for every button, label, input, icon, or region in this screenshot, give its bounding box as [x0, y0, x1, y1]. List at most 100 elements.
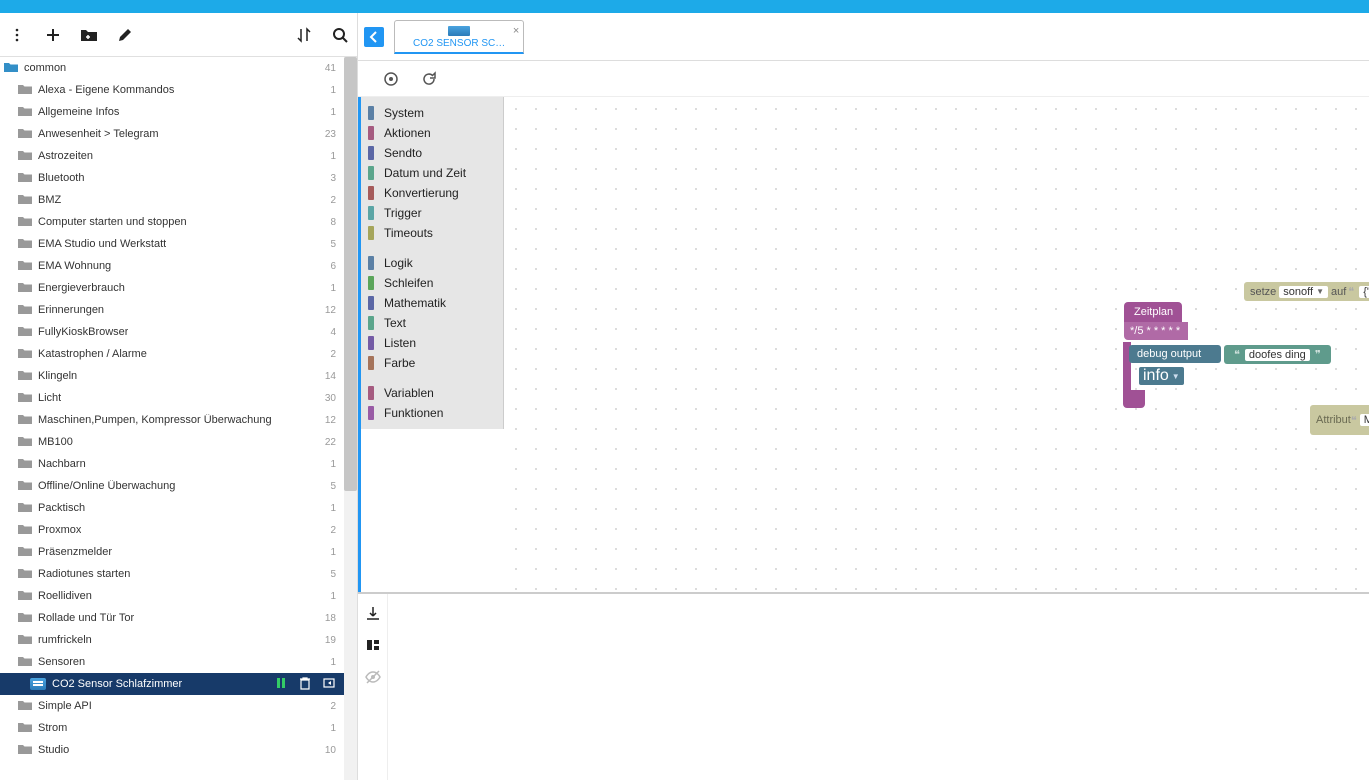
tree-folder[interactable]: Erinnerungen12 [0, 299, 344, 321]
tree-folder[interactable]: Strom1 [0, 717, 344, 739]
block-json-text[interactable]: {"Time":"2022-09-27T17:27:05","MHZ19B":{… [1359, 286, 1369, 298]
toolbox-item[interactable]: Logik [358, 253, 503, 273]
tree-folder[interactable]: Alexa - Eigene Kommandos1 [0, 79, 344, 101]
tree-folder[interactable]: rumfrickeln19 [0, 629, 344, 651]
folder-icon [18, 127, 32, 142]
toolbox-item[interactable]: Funktionen [358, 403, 503, 423]
tree-script-selected[interactable]: CO2 Sensor Schlafzimmer [0, 673, 344, 695]
add-folder-icon[interactable] [78, 24, 100, 46]
folder-icon [18, 391, 32, 406]
block-attr-name[interactable]: MHZ19B.CarbonDioxide [1360, 414, 1369, 426]
download-icon[interactable] [362, 602, 384, 624]
script-tree: common41Alexa - Eigene Kommandos1Allgeme… [0, 57, 344, 761]
pause-icon[interactable] [274, 676, 288, 693]
main-area: CO2 SENSOR SC… × SystemAktionenSendtoDat… [358, 13, 1369, 780]
tree-folder[interactable]: Maschinen,Pumpen, Kompressor Überwachung… [0, 409, 344, 431]
tree-folder[interactable]: Energieverbrauch1 [0, 277, 344, 299]
toolbox-item[interactable]: Text [358, 313, 503, 333]
app-topbar [0, 0, 1369, 13]
tree-folder[interactable]: Präsenzmelder1 [0, 541, 344, 563]
toolbox-item[interactable]: Konvertierung [358, 183, 503, 203]
folder-icon [18, 699, 32, 714]
tree-folder[interactable]: EMA Wohnung6 [0, 255, 344, 277]
blockly-canvas[interactable]: setze sonoff▼ auf ❝ {"Time":"2022-09-27T… [504, 97, 1369, 592]
toolbox-item[interactable]: Sendto [358, 143, 503, 163]
back-button[interactable] [364, 27, 384, 47]
layout-icon[interactable] [362, 634, 384, 656]
toolbox-item[interactable]: Trigger [358, 203, 503, 223]
folder-icon [18, 589, 32, 604]
folder-icon [18, 479, 32, 494]
toolbox-item[interactable]: Timeouts [358, 223, 503, 243]
tree-folder[interactable]: Packtisch1 [0, 497, 344, 519]
refresh-icon[interactable] [418, 68, 440, 90]
block-doofes[interactable]: ❝ doofes ding ❞ [1224, 345, 1331, 364]
folder-icon [18, 149, 32, 164]
blockly-toolbox: SystemAktionenSendtoDatum und ZeitKonver… [358, 97, 504, 592]
tree-folder[interactable]: Offline/Online Überwachung5 [0, 475, 344, 497]
tree-folder[interactable]: FullyKioskBrowser4 [0, 321, 344, 343]
tree-folder[interactable]: EMA Studio und Werkstatt5 [0, 233, 344, 255]
sidebar-toolbar [0, 13, 357, 57]
tree-folder[interactable]: Allgemeine Infos1 [0, 101, 344, 123]
tree-folder[interactable]: Anwesenheit > Telegram23 [0, 123, 344, 145]
block-cron[interactable]: */5 * * * * * [1124, 322, 1188, 340]
visibility-off-icon[interactable] [362, 666, 384, 688]
open-icon[interactable] [322, 676, 336, 693]
tree-folder[interactable]: Proxmox2 [0, 519, 344, 541]
toolbox-item[interactable]: Variablen [358, 383, 503, 403]
block-debug[interactable]: debug output [1129, 345, 1221, 363]
toolbox-item[interactable]: Datum und Zeit [358, 163, 503, 183]
log-body [388, 594, 1369, 780]
folder-icon [18, 215, 32, 230]
toolbox-item[interactable]: Listen [358, 333, 503, 353]
block-zeitplan[interactable]: Zeitplan */5 * * * * * [1124, 302, 1188, 340]
folder-icon [18, 655, 32, 670]
add-icon[interactable] [42, 24, 64, 46]
sidebar: common41Alexa - Eigene Kommandos1Allgeme… [0, 13, 358, 780]
tree-folder[interactable]: Klingeln14 [0, 365, 344, 387]
tree-scrollbar[interactable] [344, 57, 357, 780]
tree-folder[interactable]: Radiotunes starten5 [0, 563, 344, 585]
toolbox-item[interactable]: Farbe [358, 353, 503, 373]
locate-icon[interactable] [380, 68, 402, 90]
sort-icon[interactable] [293, 24, 315, 46]
tree-folder[interactable]: MB10022 [0, 431, 344, 453]
tree-folder[interactable]: Licht30 [0, 387, 344, 409]
toolbox-item[interactable]: Mathematik [358, 293, 503, 313]
block-debug-label: debug output [1137, 348, 1201, 360]
tree-folder[interactable]: Simple API2 [0, 695, 344, 717]
toolbox-item[interactable]: Schleifen [358, 273, 503, 293]
log-toolbar [358, 594, 388, 780]
tree-folder[interactable]: Nachbarn1 [0, 453, 344, 475]
more-icon[interactable] [6, 24, 28, 46]
close-icon[interactable]: × [513, 25, 519, 37]
block-attribut[interactable]: Attribut ❝ MHZ19B.CarbonDioxide ❞ vom Ob… [1310, 405, 1369, 435]
search-icon[interactable] [329, 24, 351, 46]
folder-icon [18, 281, 32, 296]
folder-icon [18, 105, 32, 120]
block-doofes-text[interactable]: doofes ding [1245, 349, 1310, 361]
tab-co2-sensor[interactable]: CO2 SENSOR SC… × [394, 20, 524, 54]
toolbox-item[interactable]: System [358, 103, 503, 123]
folder-icon [18, 567, 32, 582]
block-zeitplan-notch [1123, 390, 1145, 408]
block-setze-var[interactable]: sonoff▼ [1279, 286, 1328, 298]
tree-folder[interactable]: Rollade und Tür Tor18 [0, 607, 344, 629]
folder-icon [18, 435, 32, 450]
tree-folder[interactable]: Katastrophen / Alarme2 [0, 343, 344, 365]
toolbox-item[interactable]: Aktionen [358, 123, 503, 143]
block-debug-level[interactable]: info▼ [1136, 367, 1187, 385]
block-setze[interactable]: setze sonoff▼ auf ❝ {"Time":"2022-09-27T… [1244, 282, 1369, 301]
tree-folder[interactable]: Studio10 [0, 739, 344, 761]
tree-folder[interactable]: BMZ2 [0, 189, 344, 211]
block-auf-label: auf [1331, 286, 1346, 298]
tree-folder[interactable]: Astrozeiten1 [0, 145, 344, 167]
edit-icon[interactable] [114, 24, 136, 46]
tree-folder[interactable]: Sensoren1 [0, 651, 344, 673]
tree-folder[interactable]: Computer starten und stoppen8 [0, 211, 344, 233]
tree-folder[interactable]: Bluetooth3 [0, 167, 344, 189]
tree-root[interactable]: common41 [0, 57, 344, 79]
tree-folder[interactable]: Roellidiven1 [0, 585, 344, 607]
delete-icon[interactable] [298, 676, 312, 693]
